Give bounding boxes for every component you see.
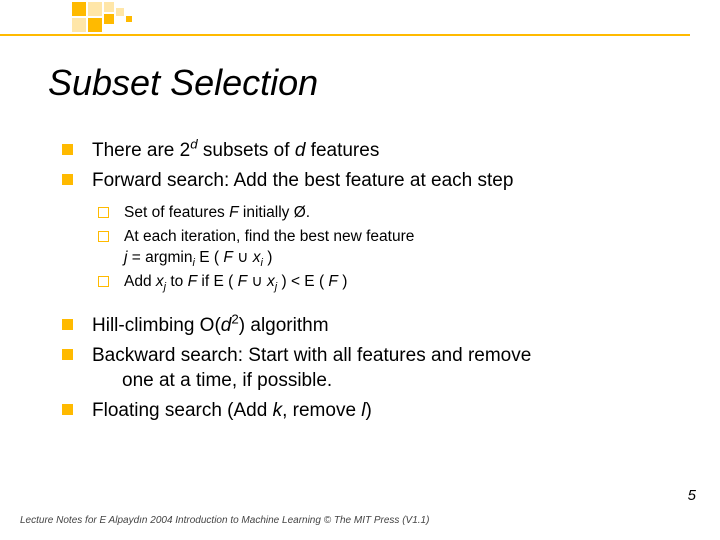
bullet-item: Backward search: Start with all features… — [62, 343, 672, 394]
sub-bullet-item: Add xj to F if E ( F ∪ xj ) < E ( F ) — [98, 272, 672, 293]
bullet-item: There are 2d subsets of d features — [62, 138, 672, 164]
sub-bullet-item: Set of features F initially Ø. — [98, 203, 672, 224]
content-area: There are 2d subsets of d features Forwa… — [62, 138, 672, 428]
page-number: 5 — [688, 487, 696, 504]
sub-bullet-list: Set of features F initially Ø. At each i… — [98, 203, 672, 293]
bullet-item: Forward search: Add the best feature at … — [62, 168, 672, 293]
slide: Subset Selection There are 2d subsets of… — [0, 0, 720, 540]
bullet-item: Hill-climbing O(d2) algorithm — [62, 313, 672, 339]
footer-citation: Lecture Notes for E Alpaydın 2004 Introd… — [20, 515, 429, 526]
bullet-list-1: There are 2d subsets of d features Forwa… — [62, 138, 672, 293]
sub-bullet-item: At each iteration, find the best new fea… — [98, 227, 672, 269]
slide-title: Subset Selection — [48, 62, 318, 104]
bullet-list-2: Hill-climbing O(d2) algorithm Backward s… — [62, 313, 672, 424]
header-decoration — [0, 0, 720, 36]
bullet-item: Floating search (Add k, remove l) — [62, 398, 672, 424]
